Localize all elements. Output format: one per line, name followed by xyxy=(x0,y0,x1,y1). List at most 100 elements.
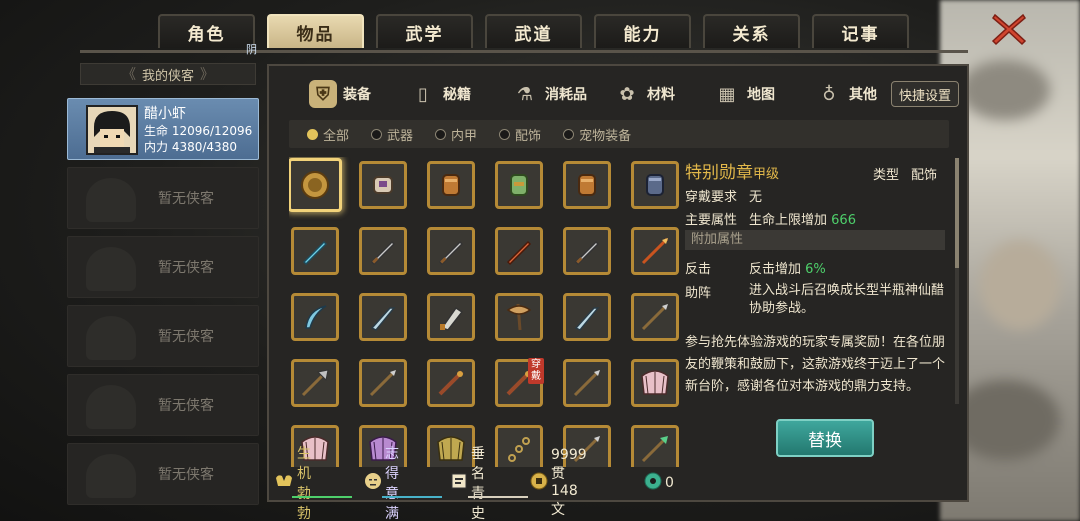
requirement-row: 穿戴要求无 xyxy=(685,186,762,205)
item-slot[interactable] xyxy=(495,227,543,275)
hp-label: 生命 xyxy=(144,124,169,138)
detail-scrollbar[interactable] xyxy=(955,158,959,404)
item-slot[interactable]: 穿戴 xyxy=(495,358,544,407)
category-tab-consumables[interactable]: ⚗ 消耗品 xyxy=(511,74,587,114)
empty-avatar-icon xyxy=(86,247,136,291)
hero-slot-empty[interactable]: 暂无侠客 xyxy=(67,236,259,298)
spear-icon xyxy=(369,370,396,397)
filter-pet-gear[interactable]: 宠物装备 xyxy=(563,125,631,144)
item-slot[interactable] xyxy=(427,227,475,275)
item-slot[interactable] xyxy=(289,158,342,212)
coin-icon xyxy=(530,472,548,494)
item-slot[interactable] xyxy=(495,161,543,209)
radio-icon xyxy=(563,128,575,140)
hero-slot-empty[interactable]: 暂无侠客 xyxy=(67,443,259,505)
jade-spear-icon xyxy=(641,436,668,463)
filter-weapon[interactable]: 武器 xyxy=(371,125,413,144)
chevron-right-icon[interactable]: 》 xyxy=(200,64,214,84)
item-slot[interactable] xyxy=(427,359,475,407)
item-slot[interactable] xyxy=(563,293,611,341)
category-tab-materials[interactable]: ✿ 材料 xyxy=(613,74,675,114)
filter-all[interactable]: 全部 xyxy=(307,125,349,144)
hero-slot-empty[interactable]: 暂无侠客 xyxy=(67,305,259,367)
quick-settings-button[interactable]: 快捷设置 xyxy=(891,81,959,107)
chevron-left-icon[interactable]: 《 xyxy=(122,64,136,84)
item-slot[interactable] xyxy=(359,359,407,407)
item-slot[interactable] xyxy=(291,227,339,275)
avatar xyxy=(86,105,138,155)
item-detail: 特别勋章甲级 类型 配饰 穿戴要求无 主要属性 生命上限增加 666 附加属性 反… xyxy=(685,156,955,406)
saber-icon xyxy=(574,307,600,331)
item-slot[interactable] xyxy=(359,425,407,467)
replace-button[interactable]: 替换 xyxy=(776,419,874,457)
item-slot[interactable] xyxy=(495,425,543,467)
tab-items[interactable]: 物品 xyxy=(267,14,364,48)
empty-avatar-icon xyxy=(86,454,136,498)
category-tab-manuals[interactable]: ▯ 秘籍 xyxy=(409,74,471,114)
close-button[interactable] xyxy=(988,10,1030,48)
attr-text: 反击增加 xyxy=(749,262,802,277)
tab-relations[interactable]: 关系 xyxy=(703,14,800,48)
roster-title: 我的侠客 xyxy=(141,68,194,84)
empty-slot-label: 暂无侠客 xyxy=(158,260,214,276)
tab-martial-path[interactable]: 武道 xyxy=(485,14,582,48)
item-slot[interactable] xyxy=(359,161,407,209)
attr-text: 进入战斗后召唤成长型半瓶神仙醋协助参战。 xyxy=(749,283,945,316)
attr-row-assist: 助阵 进入战斗后召唤成长型半瓶神仙醋协助参战。 xyxy=(685,282,949,318)
category-tab-equipment[interactable]: ⛨ 装备 xyxy=(309,74,371,114)
item-slot[interactable] xyxy=(631,227,679,275)
item-grade: 甲级 xyxy=(753,167,780,182)
scroll-thumb[interactable] xyxy=(955,158,959,268)
tab-abilities[interactable]: 能力 xyxy=(594,14,691,48)
filter-inner-armor[interactable]: 内甲 xyxy=(435,125,477,144)
scroll-icon xyxy=(450,472,468,494)
hero-card-active[interactable]: 醋小虾 生命 12096/12096 内力 4380/4380 xyxy=(67,98,259,160)
filter-label: 武器 xyxy=(387,128,414,144)
item-slot[interactable] xyxy=(631,293,679,341)
tab-character[interactable]: 角色 xyxy=(158,14,255,48)
category-tab-label: 其他 xyxy=(849,87,877,103)
category-tab-label: 秘籍 xyxy=(443,87,471,103)
tab-journal[interactable]: 记事 xyxy=(812,14,909,48)
spear-icon xyxy=(573,370,600,397)
book-icon: ▯ xyxy=(418,83,428,105)
item-slot[interactable] xyxy=(631,425,679,467)
sword-icon xyxy=(438,240,464,266)
bracer-icon xyxy=(373,176,393,194)
item-slot[interactable] xyxy=(427,161,475,209)
hero-slot-empty[interactable]: 暂无侠客 xyxy=(67,374,259,436)
item-slot[interactable] xyxy=(291,293,339,341)
top-tab-bar: 角色 物品 武学 武道 能力 关系 记事 xyxy=(158,14,909,50)
strength-icon xyxy=(274,472,294,494)
status-text: 生机勃勃 xyxy=(297,446,311,521)
category-tab-label: 装备 xyxy=(343,87,371,103)
category-tab-maps[interactable]: ▦ 地图 xyxy=(713,74,775,114)
item-slot[interactable] xyxy=(631,161,679,209)
empty-slot-label: 暂无侠客 xyxy=(158,398,214,414)
category-tab-other[interactable]: ♁ 其他 xyxy=(815,74,877,114)
steel-glove-icon xyxy=(646,174,664,196)
item-slot[interactable] xyxy=(359,293,407,341)
item-slot[interactable] xyxy=(563,359,611,407)
sword-icon xyxy=(574,240,600,266)
status-text: 垂名青史 xyxy=(471,446,485,521)
item-slot[interactable] xyxy=(359,227,407,275)
filter-label: 全部 xyxy=(323,128,350,144)
filter-accessory[interactable]: 配饰 xyxy=(499,125,541,144)
item-slot[interactable] xyxy=(563,227,611,275)
gold-fan-icon xyxy=(437,436,465,461)
item-slot[interactable] xyxy=(563,161,611,209)
item-slot[interactable] xyxy=(495,293,543,341)
item-description: 参与抢先体验游戏的玩家专属奖励！在各位朋友的鞭策和鼓励下，这款游戏终于迈上了一个… xyxy=(685,335,946,394)
item-slot[interactable] xyxy=(427,293,475,341)
empty-avatar-icon xyxy=(86,385,136,429)
radio-icon xyxy=(499,128,511,140)
item-slot[interactable] xyxy=(427,425,475,467)
tab-martial-arts[interactable]: 武学 xyxy=(376,14,473,48)
roster-header[interactable]: 《 我的侠客 》 xyxy=(80,63,256,85)
hero-slot-empty[interactable]: 暂无侠客 xyxy=(67,167,259,229)
item-slot[interactable] xyxy=(291,359,339,407)
mp-value: 4380/4380 xyxy=(171,140,237,154)
item-slot[interactable] xyxy=(631,359,679,407)
mp-label: 内力 xyxy=(144,140,169,154)
